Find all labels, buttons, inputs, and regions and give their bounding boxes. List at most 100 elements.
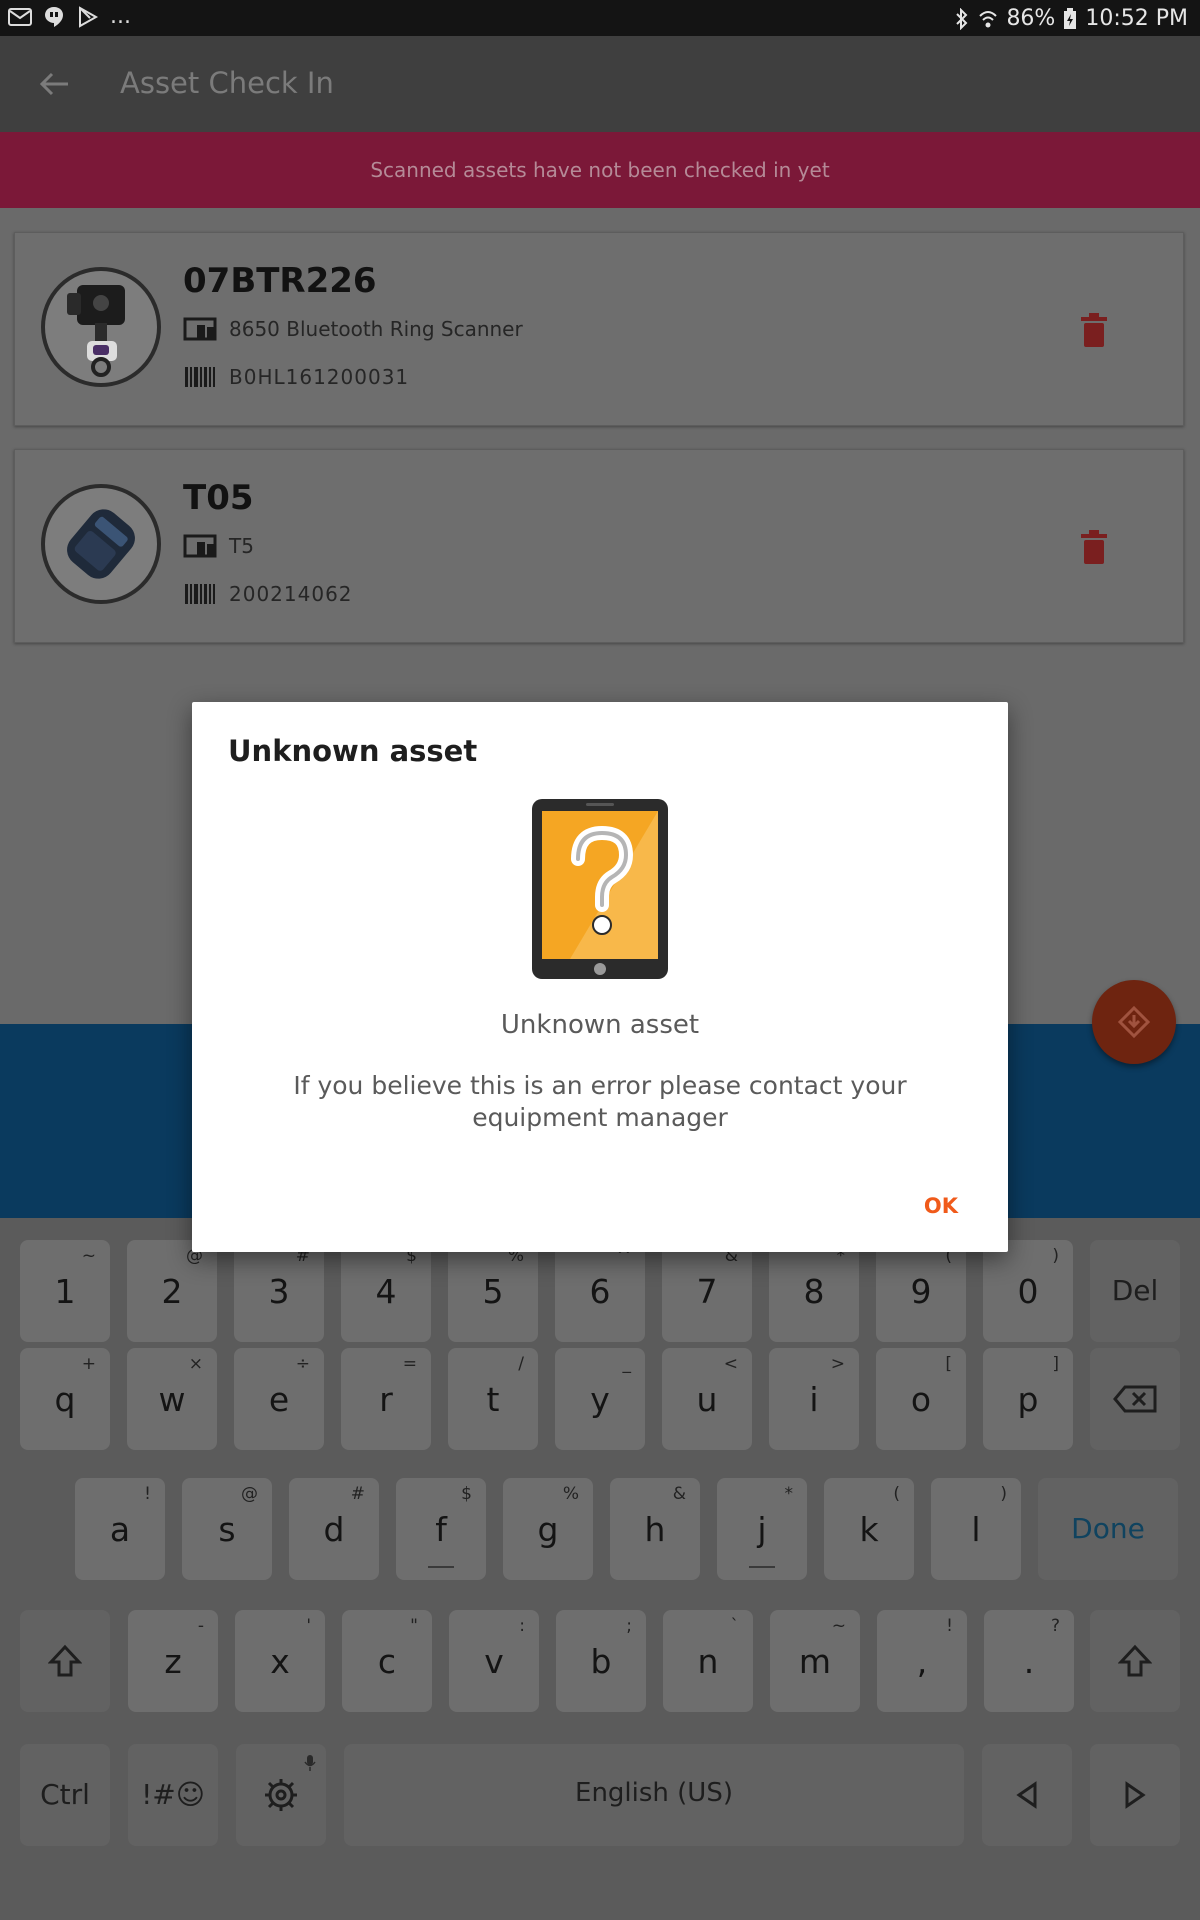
- key-secondary-label: <: [723, 1354, 738, 1374]
- page-title: Asset Check In: [120, 66, 334, 100]
- key-secondary-label: @: [241, 1484, 258, 1504]
- key-secondary-label: ÷: [295, 1354, 310, 1374]
- key-space[interactable]: English (US): [344, 1744, 964, 1846]
- asset-name: T05: [183, 478, 254, 518]
- key-backspace[interactable]: [1090, 1348, 1180, 1450]
- key-primary-label: 1: [54, 1272, 76, 1311]
- key-row1-5[interactable]: ^ 6: [555, 1240, 645, 1342]
- key-row1-2[interactable]: #3: [234, 1240, 324, 1342]
- key-row4-7[interactable]: !,: [877, 1610, 967, 1712]
- back-arrow-icon[interactable]: [30, 60, 78, 108]
- asset-card[interactable]: T05 T5 200214062: [14, 449, 1184, 643]
- key-row2-4[interactable]: / t: [448, 1348, 538, 1450]
- key-row4-5[interactable]: ` n: [663, 1610, 753, 1712]
- key-row3-3[interactable]: $ f: [396, 1478, 486, 1580]
- key-row3-7[interactable]: (k: [824, 1478, 914, 1580]
- key-row1-4[interactable]: % 5: [448, 1240, 538, 1342]
- key-row3-5[interactable]: & h: [610, 1478, 700, 1580]
- key-row4-6[interactable]: ~ m: [770, 1610, 860, 1712]
- check-in-icon: [1118, 1006, 1150, 1038]
- key-secondary-label: ]: [1052, 1354, 1059, 1374]
- key-row1-1[interactable]: @2: [127, 1240, 217, 1342]
- asset-model: 8650 Bluetooth Ring Scanner: [229, 317, 523, 341]
- key-del[interactable]: Del: [1090, 1240, 1180, 1342]
- asset-card[interactable]: 07BTR226 8650 Bluetooth Ring Scanner B0H…: [14, 232, 1184, 426]
- unknown-asset-dialog: Unknown asset Unknown asset If you belie…: [192, 702, 1008, 1252]
- key-ctrl[interactable]: Ctrl: [20, 1744, 110, 1846]
- key-primary-label: n: [697, 1642, 719, 1681]
- more-notifications: ...: [110, 4, 131, 29]
- key-row4-2[interactable]: " c: [342, 1610, 432, 1712]
- key-primary-label: 0: [1017, 1272, 1039, 1311]
- key-row3-4[interactable]: % g: [503, 1478, 593, 1580]
- key-secondary-label: [: [945, 1354, 952, 1374]
- key-secondary-label: %: [562, 1484, 579, 1504]
- key-row1-7[interactable]: * 8: [769, 1240, 859, 1342]
- key-secondary-label: ~: [81, 1246, 96, 1266]
- key-del-label: Del: [1111, 1274, 1159, 1307]
- key-row3-0[interactable]: ! a: [75, 1478, 165, 1580]
- shift-icon: [48, 1644, 82, 1677]
- key-row1-0[interactable]: ~1: [20, 1240, 110, 1342]
- key-primary-label: f: [435, 1510, 447, 1549]
- key-shift-left[interactable]: [20, 1610, 110, 1712]
- key-secondary-label: :: [519, 1616, 525, 1636]
- key-row2-6[interactable]: < u: [662, 1348, 752, 1450]
- key-row1-3[interactable]: $4: [341, 1240, 431, 1342]
- key-secondary-label: #: [350, 1484, 365, 1504]
- key-secondary-label: ): [1052, 1246, 1059, 1266]
- on-screen-keyboard: ~1 @2 #3 $4% 5 ^ 6 & 7 * 8(9) 0 Del + q × w ÷ e = r / t _ y < u >…: [0, 1218, 1200, 1920]
- key-done[interactable]: Done: [1038, 1478, 1178, 1580]
- key-row3-6[interactable]: * j: [717, 1478, 807, 1580]
- key-row1-8[interactable]: (9: [876, 1240, 966, 1342]
- key-row2-9[interactable]: ] p: [983, 1348, 1073, 1450]
- key-row2-3[interactable]: = r: [341, 1348, 431, 1450]
- key-row3-2[interactable]: # d: [289, 1478, 379, 1580]
- key-shift-right[interactable]: [1090, 1610, 1180, 1712]
- key-primary-label: 5: [482, 1272, 504, 1311]
- key-row2-8[interactable]: [o: [876, 1348, 966, 1450]
- delete-icon[interactable]: [1079, 530, 1109, 564]
- key-primary-label: c: [377, 1642, 397, 1681]
- key-secondary-label: ): [1000, 1484, 1007, 1504]
- key-row2-0[interactable]: + q: [20, 1348, 110, 1450]
- barcode-icon: [185, 367, 215, 387]
- key-row3-8[interactable]: ) l: [931, 1478, 1021, 1580]
- asset-model: T5: [229, 534, 254, 558]
- gmail-icon: [8, 8, 32, 26]
- asset-thumbnail: [41, 267, 161, 387]
- key-space-label: English (US): [575, 1778, 733, 1808]
- key-row4-0[interactable]: -z: [128, 1610, 218, 1712]
- key-row1-6[interactable]: & 7: [662, 1240, 752, 1342]
- play-store-icon: [79, 6, 99, 28]
- key-row2-1[interactable]: × w: [127, 1348, 217, 1450]
- app-bar: Asset Check In: [0, 36, 1200, 132]
- key-row4-1[interactable]: ' x: [235, 1610, 325, 1712]
- key-row2-7[interactable]: > i: [769, 1348, 859, 1450]
- key-row2-2[interactable]: ÷ e: [234, 1348, 324, 1450]
- key-row2-5[interactable]: _ y: [555, 1348, 645, 1450]
- key-primary-label: j: [757, 1510, 767, 1549]
- key-row4-3[interactable]: :v: [449, 1610, 539, 1712]
- question-mark-tablet-icon: [532, 799, 668, 979]
- key-row1-9[interactable]: ) 0: [983, 1240, 1073, 1342]
- barcode-icon: [185, 584, 215, 604]
- check-in-fab[interactable]: [1092, 980, 1176, 1064]
- key-left-arrow[interactable]: [982, 1744, 1072, 1846]
- ok-button[interactable]: OK: [924, 1194, 958, 1218]
- key-ctrl-label: Ctrl: [40, 1778, 90, 1811]
- home-key-marker: [749, 1566, 775, 1568]
- home-key-marker: [428, 1566, 454, 1568]
- status-banner: Scanned assets have not been checked in …: [0, 132, 1200, 208]
- key-secondary-label: !: [946, 1616, 953, 1636]
- key-primary-label: l: [971, 1510, 981, 1549]
- key-symbols[interactable]: !#☺: [128, 1744, 218, 1846]
- key-right-arrow[interactable]: [1090, 1744, 1180, 1846]
- key-row3-1[interactable]: @ s: [182, 1478, 272, 1580]
- asset-thumbnail: [41, 484, 161, 604]
- key-primary-label: d: [323, 1510, 345, 1549]
- key-row4-8[interactable]: ?.: [984, 1610, 1074, 1712]
- key-settings[interactable]: [236, 1744, 326, 1846]
- key-row4-4[interactable]: ; b: [556, 1610, 646, 1712]
- delete-icon[interactable]: [1079, 313, 1109, 347]
